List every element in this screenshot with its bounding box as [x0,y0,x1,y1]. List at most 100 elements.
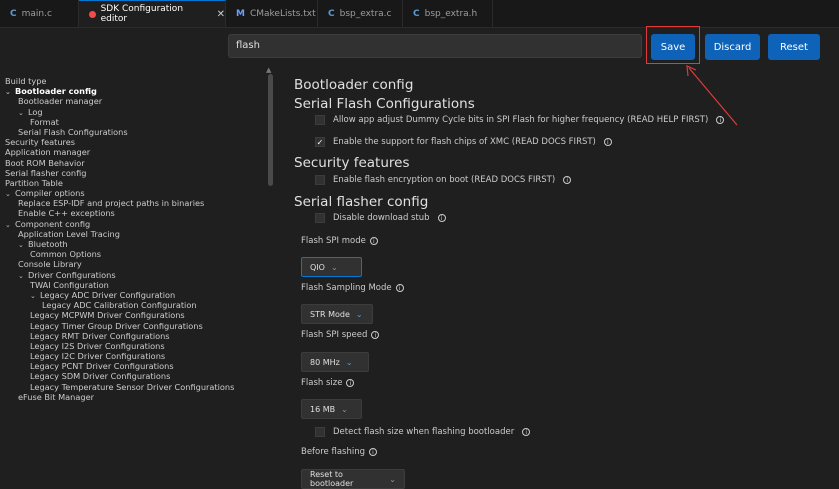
tree-item-label: Legacy RMT Driver Configurations [30,330,170,341]
flash-spi-speed-select[interactable]: 80 MHz ⌄ [301,352,369,372]
tree-item[interactable]: TWAI Configuration [0,280,268,290]
info-icon[interactable]: i [346,379,355,387]
option-label: Enable the support for flash chips of XM… [333,137,596,147]
chevron-down-icon[interactable]: ⌄ [5,220,15,230]
chevron-down-icon: ⌄ [355,309,363,319]
flash-size-select[interactable]: 16 MB ⌄ [301,399,362,419]
tree-item[interactable]: Legacy SDM Driver Configurations [0,371,268,381]
label-text: Flash SPI mode [301,236,366,246]
section-title-serial-flash-configurations: Serial Flash Configurations [294,96,475,112]
select-value: QIO [310,262,325,272]
tree-item[interactable]: ⌄ Component config [0,219,268,229]
tree-item-label: Bootloader config [15,86,97,97]
chevron-down-icon[interactable]: ⌄ [18,108,28,118]
tree-item[interactable]: Bootloader manager [0,96,268,106]
info-icon[interactable]: i [563,176,572,184]
tree-item[interactable]: Serial Flash Configurations [0,127,268,137]
chevron-down-icon[interactable]: ⌄ [30,291,40,301]
option-label: Disable download stub [333,213,430,223]
section-title-serial-flasher-config: Serial flasher config [294,194,429,210]
tree-item[interactable]: Format [0,117,268,127]
tree-item[interactable]: Legacy PCNT Driver Configurations [0,361,268,371]
flash-spi-mode-select[interactable]: QIO ⌄ [301,257,362,277]
option-allow-dummy-cycle: Allow app adjust Dummy Cycle bits in SPI… [315,115,725,125]
tree-item-label: Bootloader manager [18,96,103,107]
tree-item[interactable]: eFuse Bit Manager [0,392,268,402]
chevron-down-icon: ⌄ [389,474,396,484]
info-icon[interactable]: i [522,428,531,436]
tree-item-label: Legacy PCNT Driver Configurations [30,361,174,372]
info-icon[interactable]: i [369,237,378,245]
tree-item[interactable]: Legacy I2C Driver Configurations [0,351,268,361]
detect-flash-size-checkbox[interactable] [315,427,325,437]
tree-item[interactable]: ⌄ Legacy ADC Driver Configuration [0,290,268,300]
tree-item-label: Compiler options [15,188,85,199]
label-text: Flash Sampling Mode [301,283,392,293]
tree-item-label: TWAI Configuration [30,279,109,290]
chevron-down-icon[interactable]: ⌄ [5,189,15,199]
option-label: Enable flash encryption on boot (READ DO… [333,175,556,185]
chevron-down-icon: ⌄ [345,357,353,367]
info-icon[interactable]: i [437,214,446,222]
select-value: 16 MB [310,404,336,414]
enable-xmc-checkbox[interactable]: ✓ [315,137,325,147]
tree-item-label: Legacy Timer Group Driver Configurations [30,320,203,331]
tree-item[interactable]: Partition Table [0,178,268,188]
tree-item-label: Legacy I2S Driver Configurations [30,340,165,351]
info-icon[interactable]: i [371,331,380,339]
tree-item[interactable]: Enable C++ exceptions [0,208,268,218]
tree-item-label: Serial flasher config [5,167,87,178]
chevron-down-icon[interactable]: ⌄ [18,271,28,281]
tree-scrollbar[interactable] [268,74,273,186]
info-icon[interactable]: i [603,138,612,146]
option-disable-download-stub: Disable download stub i [315,213,446,223]
tree-item[interactable]: Common Options [0,249,268,259]
tree-item[interactable]: Build type [0,76,268,86]
chevron-down-icon[interactable]: ⌄ [18,240,28,250]
label-text: Flash SPI speed [301,330,368,340]
tree-item[interactable]: Boot ROM Behavior [0,158,268,168]
tree-item[interactable]: ⌄ Driver Configurations [0,270,268,280]
tree-item[interactable]: Console Library [0,259,268,269]
option-label: Detect flash size when flashing bootload… [333,427,515,437]
info-icon[interactable]: i [716,116,725,124]
before-flashing-select[interactable]: Reset to bootloader ⌄ [301,469,405,489]
tree-item[interactable]: Security features [0,137,268,147]
tree-item-label: Security features [5,137,76,148]
tree-item[interactable]: Legacy MCPWM Driver Configurations [0,310,268,320]
tree-item[interactable]: Serial flasher config [0,168,268,178]
tree-item[interactable]: ⌄ Compiler options [0,188,268,198]
select-value: 80 MHz [310,357,340,367]
tree-item-label: Driver Configurations [28,269,116,280]
option-label: Allow app adjust Dummy Cycle bits in SPI… [333,115,709,125]
settings-tree: Build type ⌄ Bootloader config Bootloader m… [0,76,268,402]
tree-item-label: Build type [5,76,47,86]
tree-item-label: Enable C++ exceptions [18,208,115,219]
tree-item[interactable]: Legacy ADC Calibration Configuration [0,300,268,310]
scroll-up-icon[interactable]: ▲ [266,66,271,74]
tree-item[interactable]: Legacy I2S Driver Configurations [0,341,268,351]
disable-download-stub-checkbox[interactable] [315,213,325,223]
tree-item-label: Application Level Tracing [18,228,120,239]
allow-dummy-cycle-checkbox[interactable] [315,115,325,125]
tree-item[interactable]: ⌄ Bootloader config [0,86,268,96]
chevron-down-icon[interactable]: ⌄ [5,87,15,97]
tree-item-label: eFuse Bit Manager [18,391,94,402]
tree-item[interactable]: ⌄ Log [0,107,268,117]
info-icon[interactable]: i [369,448,378,456]
flash-sampling-mode-select[interactable]: STR Mode ⌄ [301,304,373,324]
label-text: Flash size [301,378,343,388]
section-title-security-features: Security features [294,155,410,171]
tree-item-label: Legacy SDM Driver Configurations [30,371,171,382]
tree-item-label: Legacy ADC Driver Configuration [40,289,176,300]
tree-item[interactable]: Legacy Timer Group Driver Configurations [0,321,268,331]
tree-item[interactable]: Legacy Temperature Sensor Driver Configu… [0,382,268,392]
select-value: STR Mode [310,309,350,319]
tree-item[interactable]: ⌄ Bluetooth [0,239,268,249]
enable-flash-encryption-checkbox[interactable] [315,175,325,185]
tree-item[interactable]: Legacy RMT Driver Configurations [0,331,268,341]
tree-item[interactable]: Replace ESP-IDF and project paths in bin… [0,198,268,208]
tree-item[interactable]: Application manager [0,147,268,157]
tree-item[interactable]: Application Level Tracing [0,229,268,239]
info-icon[interactable]: i [395,284,404,292]
